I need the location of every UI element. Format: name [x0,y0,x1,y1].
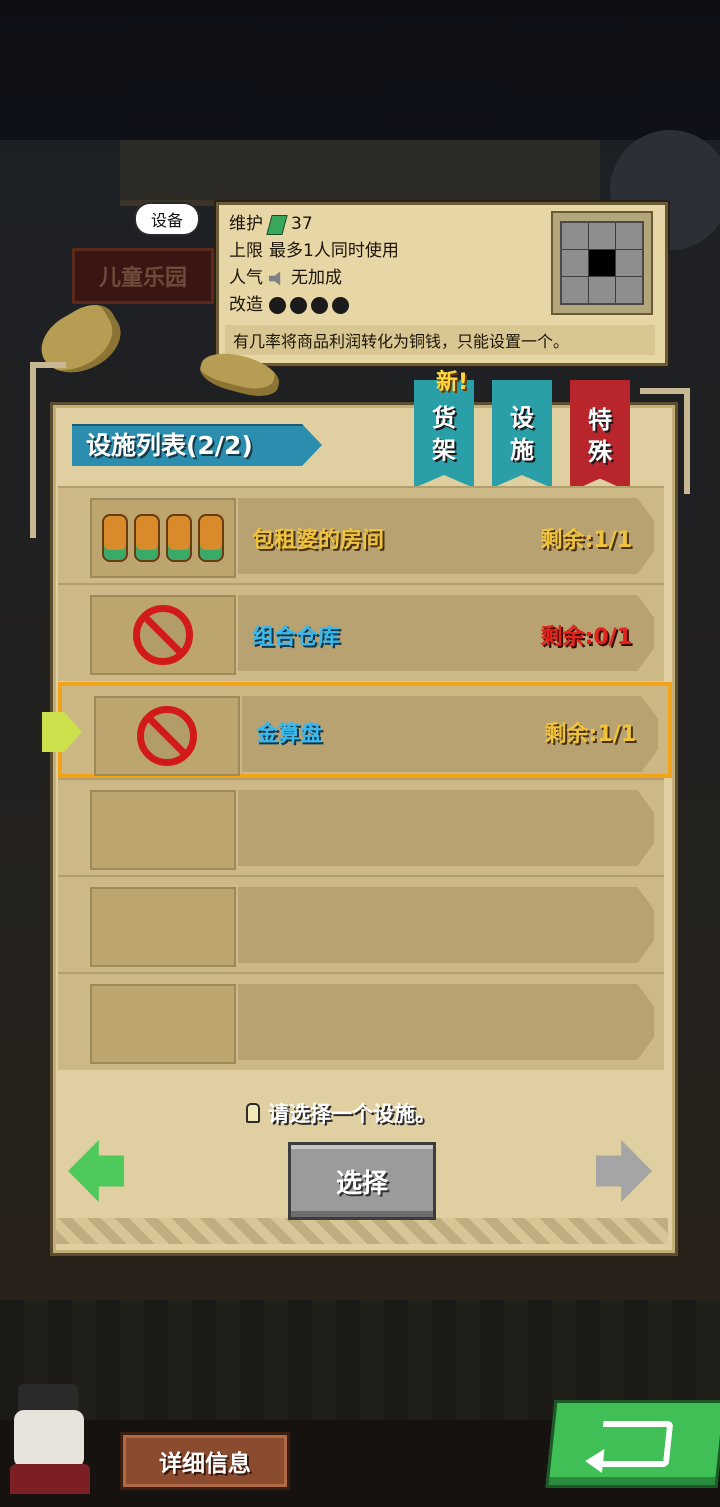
limit-label: 上限 [229,241,263,261]
return-arrow-icon [598,1421,674,1467]
facility-thumbnail [90,595,236,675]
background-sign: 儿童乐园 [72,248,214,304]
hint-label: 请选择一个设施。 [268,1102,436,1126]
maintenance-line: 维护 37 [229,211,399,238]
tab-special-label-1: 特 [588,406,612,434]
tab-facility-label-2: 施 [510,436,534,464]
tab-shelf-label-2: 架 [432,436,456,464]
facility-name: 包租婆的房间 [252,528,385,553]
facility-remaining: 剩余:1/1 [540,528,632,553]
avatar-hat [18,1384,78,1412]
empty-row [58,875,664,973]
modify-label: 改造 [229,295,263,315]
detail-info-button[interactable]: 详细信息 [120,1432,290,1490]
facility-row[interactable]: 包租婆的房间 剩余:1/1 [58,486,664,584]
tab-special[interactable]: 特 殊 [570,380,630,492]
tab-facility-label-1: 设 [510,404,534,432]
empty-name-bar [238,887,654,963]
facility-remaining: 剩余:1/1 [544,722,636,747]
level-dot-icon [290,297,307,314]
level-dot-icon [311,297,328,314]
new-badge: 新! [436,370,469,395]
facility-row[interactable]: 组合仓库 剩余:0/1 [58,583,664,681]
facility-name: 组合仓库 [252,625,341,650]
footprint-grid-icon [560,221,644,305]
tab-special-label-2: 殊 [588,438,612,466]
popularity-line: 人气 无加成 [229,265,399,292]
footprint-preview [551,211,653,315]
modify-line: 改造 [229,292,399,319]
game-scene: 儿童乐园 设备 维护 37 上限 最多1人同时使用 人气 无加成 改造 有几率将… [0,0,720,1507]
maintenance-value: 37 [291,214,313,234]
hint-text: 请选择一个设施。 [246,1098,436,1128]
level-dot-icon [332,297,349,314]
modify-level-dots [269,297,349,314]
select-button[interactable]: 选择 [288,1142,436,1220]
empty-thumbnail [90,984,236,1064]
unavailable-icon [133,605,193,665]
equipment-tag: 设备 [136,204,198,234]
background-roof [120,140,600,206]
facility-description: 有几率将商品利润转化为铜钱，只能设置一个。 [225,325,655,355]
unavailable-icon [137,706,197,766]
facility-info-card: 维护 37 上限 最多1人同时使用 人气 无加成 改造 有几率将商品利润转化为铜… [216,202,668,366]
maintenance-label: 维护 [229,214,263,234]
empty-name-bar [238,790,654,866]
lanterns-icon [102,514,224,562]
info-lines: 维护 37 上限 最多1人同时使用 人气 无加成 改造 [229,211,399,319]
character-avatar[interactable] [4,1384,94,1494]
empty-row [58,972,664,1070]
facility-row-selected[interactable]: 金算盘 剩余:1/1 [58,682,672,778]
tab-shelf[interactable]: 货 架 [414,380,474,488]
avatar-body [10,1464,90,1494]
facility-name: 金算盘 [256,722,323,747]
limit-value: 最多1人同时使用 [269,241,399,261]
facility-thumbnail [90,498,236,578]
bulb-icon [246,1103,260,1123]
panel-bottom-decoration [56,1218,668,1244]
level-dot-icon [269,297,286,314]
limit-line: 上限 最多1人同时使用 [229,238,399,265]
tab-shelf-label-1: 货 [432,404,456,432]
speaker-icon [269,271,281,286]
popularity-label: 人气 [229,268,263,288]
leaf-icon [266,214,288,235]
empty-name-bar [238,984,654,1060]
return-button[interactable] [545,1400,720,1488]
tab-facility[interactable]: 设 施 [492,380,552,488]
empty-thumbnail [90,887,236,967]
popularity-value: 无加成 [291,268,342,288]
panel-title: 设施列表(2/2) [86,431,253,460]
empty-thumbnail [90,790,236,870]
avatar-face [14,1410,84,1468]
facility-thumbnail [94,696,240,776]
facility-remaining: 剩余:0/1 [540,625,632,650]
empty-row [58,778,664,876]
